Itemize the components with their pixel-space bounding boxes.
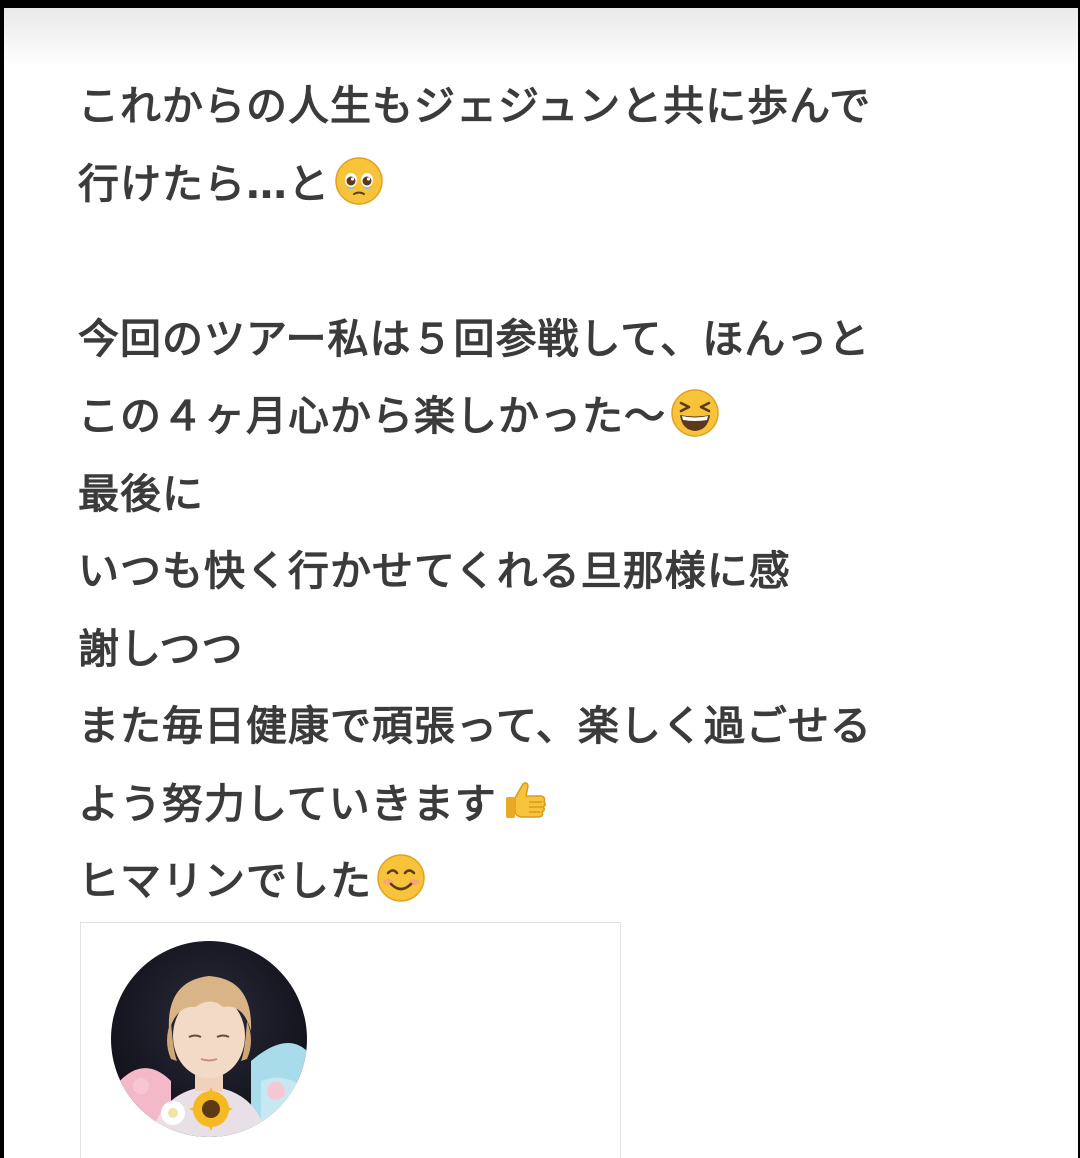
blog-page[interactable]: これからの人生もジェジュンと共に歩んで 行けたら…と 今回のツアー私は５回参戦し… [4, 8, 1078, 1158]
post-line-10: よう努力していきます [78, 766, 1038, 844]
post-line-9: また毎日健康で頑張って、楽しく過ごせる [78, 688, 1038, 766]
post-line-text: 謝しつつ [78, 624, 244, 673]
post-line-8: 謝しつつ [78, 611, 1038, 689]
post-line-text: これからの人生もジェジュンと共に歩んで [78, 82, 872, 130]
grinning-squinting-face-emoji-icon [670, 388, 720, 438]
post-line-6: 最後に [78, 456, 1038, 534]
post-line-7: いつも快く行かせてくれる旦那様に感 [78, 533, 1038, 611]
blog-post-body: これからの人生もジェジュンと共に歩んで 行けたら…と 今回のツアー私は５回参戦し… [78, 68, 1038, 921]
post-line-text: また毎日健康で頑張って、楽しく過ごせる [78, 702, 872, 750]
post-line-5: この４ヶ月心から楽しかった〜 [78, 378, 1038, 456]
post-line-text: ヒマリンでした [78, 857, 372, 905]
post-line-11: ヒマリンでした [78, 843, 1038, 921]
post-line-text: 今回のツアー私は５回参戦して、ほんっと [78, 314, 871, 363]
screenshot-frame: これからの人生もジェジュンと共に歩んで 行けたら…と 今回のツアー私は５回参戦し… [0, 0, 1080, 1158]
top-shadow [4, 8, 1078, 68]
avatar-photo-icon [111, 941, 307, 1137]
post-line-2: 行けたら…と [78, 146, 1038, 224]
profile-card[interactable] [80, 922, 621, 1158]
post-line-text: この４ヶ月心から楽しかった〜 [78, 392, 666, 440]
post-line-text: よう努力していきます [78, 779, 497, 828]
post-line-3 [78, 223, 1038, 301]
post-line-text: 最後に [78, 469, 204, 518]
pleading-tearful-face-emoji-icon [334, 156, 384, 206]
profile-avatar[interactable] [111, 941, 307, 1137]
thumbs-up-emoji-icon [501, 776, 551, 826]
post-line-text: いつも快く行かせてくれる旦那様に感 [78, 547, 791, 595]
post-line-4: 今回のツアー私は５回参戦して、ほんっと [78, 301, 1038, 379]
post-line-1: これからの人生もジェジュンと共に歩んで [78, 68, 1038, 146]
post-line-text: 行けたら…と [78, 159, 330, 208]
smiling-face-emoji-icon [376, 853, 426, 903]
